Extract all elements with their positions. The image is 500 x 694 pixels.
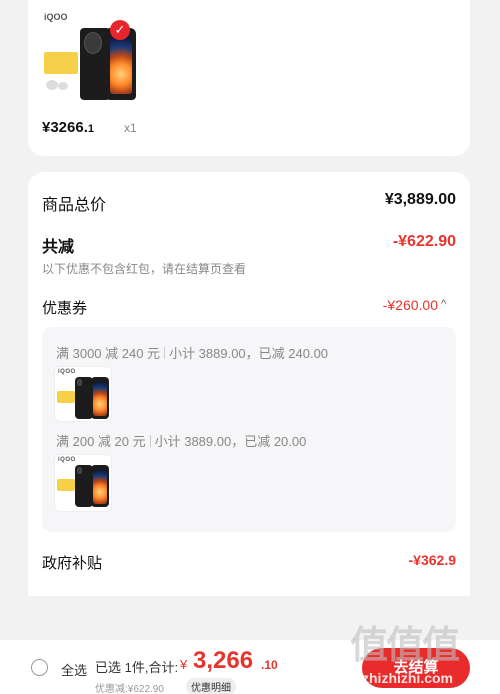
coupon-value[interactable]: -¥260.00 [383,297,438,313]
total-amount: 3,266 [193,647,254,674]
total-discount-label: 共减 [42,239,75,256]
item-price: ¥3266.1 [42,119,95,136]
camera-module-icon [76,378,83,387]
cart-item-card: iQOO ✓ ¥3266.1 x1 [28,0,470,156]
camera-module-icon [83,32,102,54]
subtotal-label: 商品总价 [42,197,107,214]
discount-summary: 优惠减:¥622.90 [95,684,164,694]
phone-screen [93,382,107,416]
coupon-label: 优惠券 [42,300,88,317]
total-cents: .10 [261,658,278,672]
earbuds-icon [46,80,58,90]
promo-sticker [57,479,75,491]
store-logo: iQOO [44,12,68,22]
total-discount-value: -¥622.90 [392,233,456,250]
discount-note: 以下优惠不包含红包，请在结算页查看 [42,262,247,276]
camera-module-icon [76,466,83,475]
watermark-site: zhizhizhi.com [362,670,453,686]
subsidy-value: -¥362.9 [408,552,456,568]
phone-render-front [91,465,109,507]
watermark-logo: 值值值 [350,625,460,667]
brand-logo: iQOO [58,369,76,375]
discount-detail-link[interactable]: 优惠明细 [186,678,236,694]
phone-screen [93,470,107,504]
promo-sticker [44,52,78,74]
selected-count-label: 已选 1件,合计: [95,660,179,675]
promo-sticker [57,391,75,403]
coupon-product-image-2: iQOO [54,454,112,512]
phone-render-front [91,377,109,419]
selected-check-icon[interactable]: ✓ [110,20,130,40]
select-all-label[interactable]: 全选 [61,660,87,679]
item-quantity[interactable]: x1 [124,121,137,135]
total-currency: ¥ [180,657,188,672]
select-all-radio[interactable] [31,659,48,676]
collapse-chevron-icon[interactable]: ^ [441,298,446,310]
brand-logo: iQOO [58,457,76,463]
earbuds-icon-2 [58,82,68,90]
coupon-product-image-1: iQOO [54,366,112,422]
subsidy-label: 政府补贴 [42,555,103,572]
coupon-rule-1: 满 3000 减 240 元小计 3889.00，已减 240.00 [56,346,329,361]
subtotal-value: ¥3,889.00 [384,191,456,208]
phone-screen [109,36,133,95]
coupon-rule-2: 满 200 减 20 元小计 3889.00，已减 20.00 [56,434,307,449]
